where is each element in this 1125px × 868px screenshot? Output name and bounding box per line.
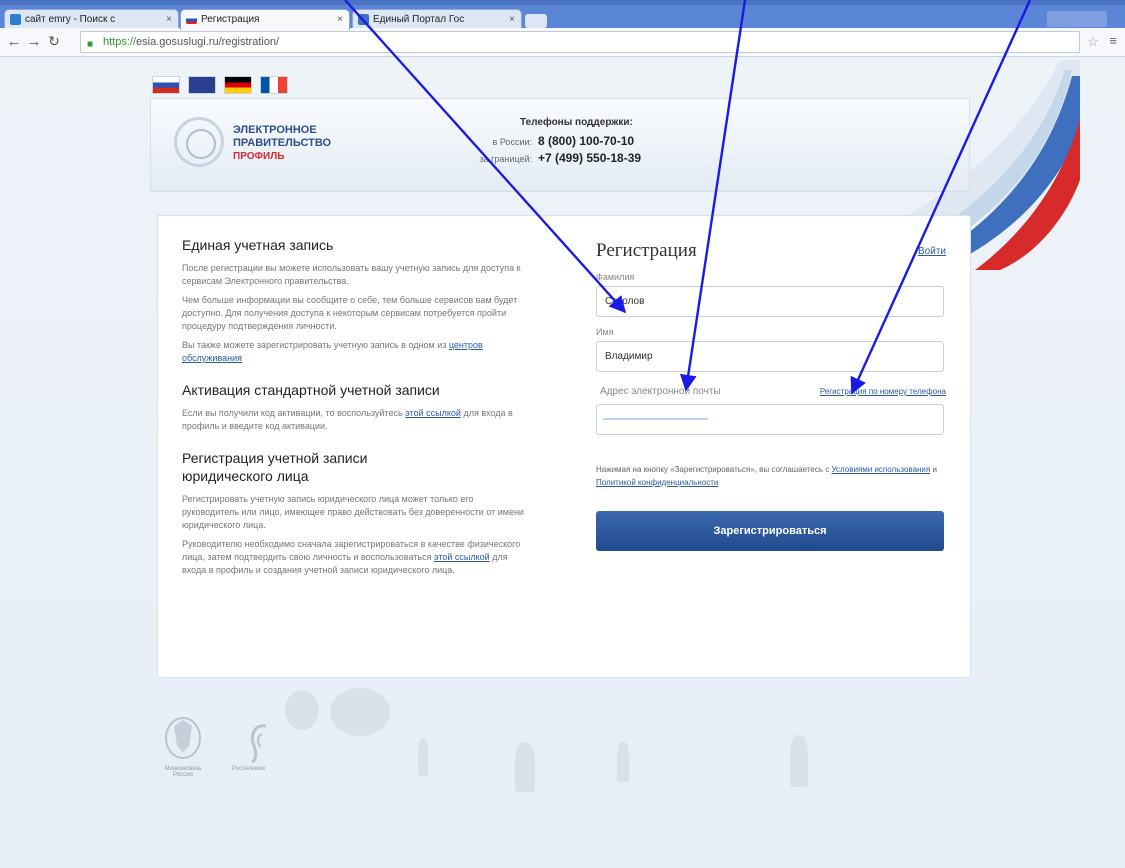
legal-entity-link[interactable]: этой ссылкой [434,552,490,562]
site-logo-text[interactable]: ЭЛЕКТРОННОЕ ПРАВИТЕЛЬСТВО ПРОФИЛЬ [233,124,331,163]
flag-fr-icon[interactable] [260,76,288,94]
emblem-caption: Минкомсвязь России [164,766,202,778]
text-span: Если вы получили код активации, то воспо… [182,408,403,418]
privacy-link[interactable]: Политикой конфиденциальности [596,478,718,487]
flag-favicon-icon [186,16,197,24]
portal-favicon-icon [358,14,369,25]
flag-uk-icon[interactable] [188,76,216,94]
register-button[interactable]: Зарегистрироваться [596,511,944,551]
tab-strip: сайт еmry - Поиск с × Регистрация × Един… [0,5,1125,30]
new-tab-button[interactable] [525,14,547,28]
close-icon[interactable]: × [166,10,172,29]
tree-silhouette [285,690,319,730]
login-link[interactable]: Войти [918,246,946,257]
person-silhouette [418,738,428,776]
lock-icon: ■ [87,39,94,50]
section-activation: Активация стандартной учетной записи Есл… [182,381,527,433]
support-title: Телефоны поддержки: [520,117,633,128]
phone-registration-link[interactable]: Регистрация по номеру телефона [820,387,946,396]
text-span: и [932,465,937,474]
tab-registration[interactable]: Регистрация × [180,9,350,30]
support-phone-abroad: за границей: +7 (499) 550-18-39 [466,151,641,165]
support-phone-ru: в России: 8 (800) 100-70-10 [466,134,635,148]
terms-link[interactable]: Условиями использования [831,465,930,474]
section-title: Единая учетная запись [182,237,334,253]
person-silhouette [617,742,629,782]
section-text: Регистрировать учетную запись юридическо… [182,494,524,530]
government-logo-icon[interactable] [174,117,224,167]
menu-icon[interactable]: ≡ [1109,33,1117,48]
person-silhouette [515,742,535,792]
tab-search[interactable]: сайт еmry - Поиск с × [4,9,179,30]
section-text: Руководителю необходимо сначала зарегист… [182,538,527,577]
flag-ru-icon[interactable] [152,76,180,94]
section-text: Вы также можете зарегистрировать учетную… [182,339,527,365]
section-text: Если вы получили код активации, то воспо… [182,407,527,433]
window-controls[interactable] [1047,11,1107,27]
tab-gosuslugi[interactable]: Единый Портал Гос × [352,9,522,30]
phone-abroad-label: за границей: [479,154,532,164]
email-label: Адрес электронной почты [600,386,721,397]
forward-icon[interactable]: → [26,33,42,50]
back-icon[interactable]: ← [6,33,22,50]
surname-input[interactable]: Соколов [596,286,944,317]
tree-silhouette [330,688,390,736]
address-bar[interactable]: ■ https://esia.gosuslugi.ru/registration… [80,31,1080,53]
url-scheme: https:// [103,36,137,48]
info-column: Единая учетная запись После регистрации … [182,236,527,593]
surname-label: Фамилия [596,272,635,282]
russian-emblem-icon[interactable] [162,712,204,764]
section-text: После регистрации вы можете использовать… [182,263,521,286]
agreement-text: Нажимая на кнопку «Зарегистрироваться», … [596,463,946,489]
close-icon[interactable]: × [337,10,343,29]
flag-de-icon[interactable] [224,76,252,94]
phone-ru-number: 8 (800) 100-70-10 [538,134,635,148]
section-title: Активация стандартной учетной записи [182,382,440,398]
tab-label: Регистрация [201,14,260,25]
logo-line-1: ЭЛЕКТРОННОЕ [233,124,317,136]
text-span: Нажимая на кнопку «Зарегистрироваться», … [596,465,830,474]
registration-panel: Единая учетная запись После регистрации … [157,215,971,678]
rostelecom-caption: Ростелеком [232,766,265,772]
reload-icon[interactable]: ↻ [46,33,62,50]
browser-toolbar: ← → ↻ ■ https://esia.gosuslugi.ru/regist… [0,28,1125,57]
tab-label: сайт еmry - Поиск с [25,14,116,25]
name-label: Имя [596,327,614,337]
section-text: Чем больше информации вы сообщите о себе… [182,295,518,331]
person-silhouette [790,735,808,787]
phone-ru-label: в России: [492,137,532,147]
rostelecom-logo-icon[interactable] [244,720,274,765]
bookmark-star-icon[interactable]: ☆ [1087,34,1099,50]
email-row: Адрес электронной почты Регистрация по н… [596,386,946,400]
text-span: Вы также можете зарегистрировать учетную… [182,340,447,350]
logo-line-2: ПРАВИТЕЛЬСТВО [233,137,332,149]
search-favicon-icon [10,14,21,25]
registration-form: Регистрация Войти Фамилия Соколов Имя Вл… [596,240,946,551]
section-single-account: Единая учетная запись После регистрации … [182,236,527,365]
activation-link[interactable]: этой ссылкой [405,408,461,418]
section-title: Регистрация учетной записи юридического … [182,450,368,484]
email-input[interactable] [596,404,944,435]
form-title: Регистрация [596,240,697,261]
logo-line-3: ПРОФИЛЬ [233,151,285,162]
section-legal-entity: Регистрация учетной записи юридического … [182,449,527,577]
name-input[interactable]: Владимир [596,341,944,372]
email-autocomplete-hint [603,418,708,420]
close-icon[interactable]: × [509,10,515,29]
url-path: esia.gosuslugi.ru/registration/ [136,36,280,48]
tab-label: Единый Портал Гос [373,14,465,25]
phone-abroad-number: +7 (499) 550-18-39 [538,151,642,165]
